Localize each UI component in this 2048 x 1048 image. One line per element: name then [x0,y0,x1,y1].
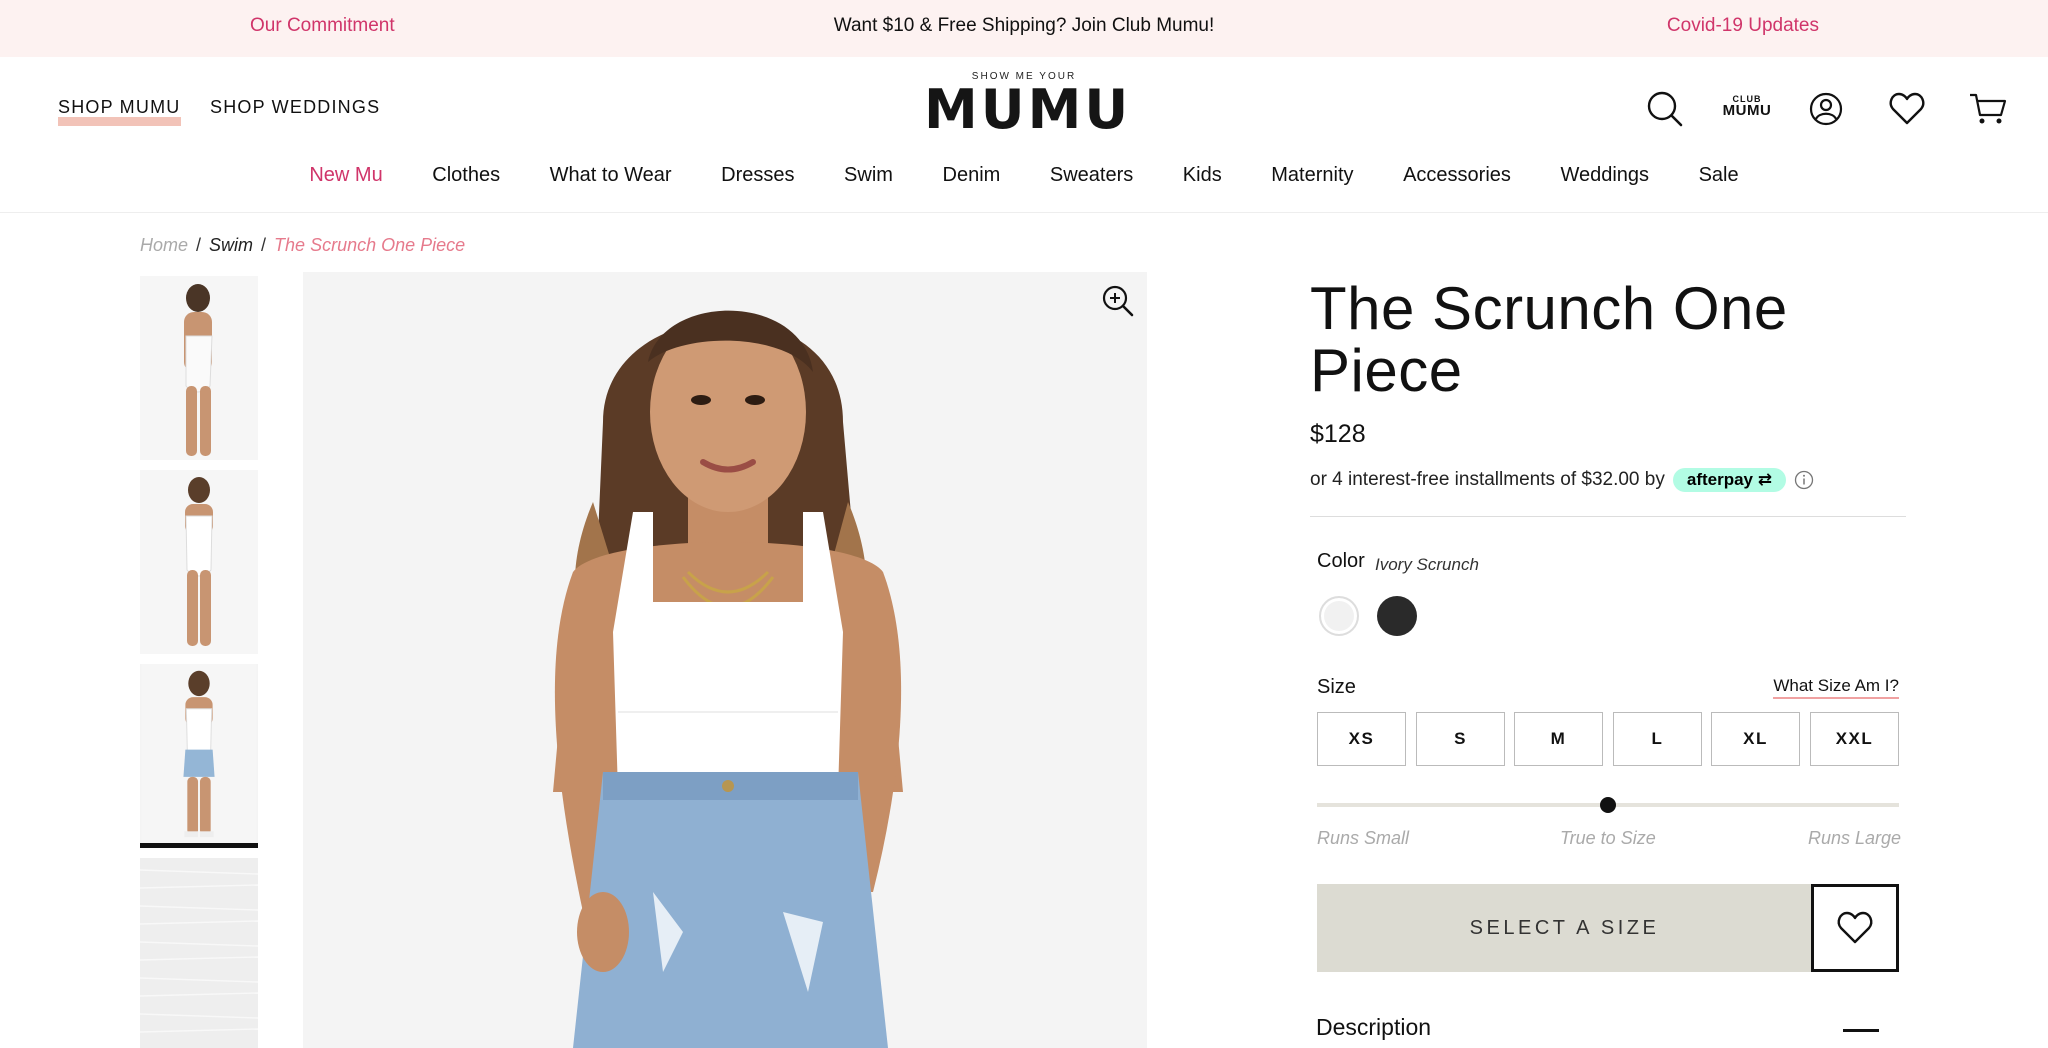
cart-icon[interactable] [1968,89,2008,129]
product-thumbnail-active[interactable] [140,664,258,848]
breadcrumb-swim[interactable]: Swim [209,235,253,255]
shop-weddings-link[interactable]: SHOP WEDDINGS [210,97,380,118]
size-option-xxl[interactable]: XXL [1810,712,1899,766]
nav-item-sale[interactable]: Sale [1699,164,1739,187]
product-title: The Scrunch One Piece [1310,275,1788,404]
active-shop-underline [58,117,181,126]
product-price: $128 [1310,420,1366,448]
select-size-button[interactable]: SELECT A SIZE [1317,884,1812,972]
search-icon[interactable] [1645,89,1685,129]
wishlist-heart-icon[interactable] [1887,89,1927,129]
nav-item-denim[interactable]: Denim [943,164,1001,187]
model-front-view-image [140,470,258,654]
heart-icon [1837,911,1873,944]
color-label: Color [1317,550,1365,572]
model-with-shorts-image [141,664,257,843]
color-swatch-ivory[interactable] [1319,596,1359,636]
nav-item-new-mu[interactable]: New Mu [309,164,382,187]
model-wearing-swimsuit-image [303,272,1147,1048]
fit-scale-marker [1600,797,1616,813]
fit-label-runs-small: Runs Small [1317,828,1410,848]
model-back-view-image [140,276,258,460]
nav-item-dresses[interactable]: Dresses [721,164,794,187]
add-to-wishlist-button[interactable] [1811,884,1899,972]
product-thumbnail[interactable] [140,470,258,654]
fit-label-runs-large: Runs Large [1808,828,1902,848]
afterpay-badge[interactable]: afterpay ⇄ [1672,468,1786,492]
installments-text: or 4 interest-free installments of $32.0… [1310,469,1665,490]
main-product-image[interactable] [303,272,1147,1048]
nav-item-what-to-wear[interactable]: What to Wear [550,164,672,187]
collapse-icon[interactable] [1843,1029,1879,1032]
logo-wordmark: MUMU [924,78,1132,141]
account-icon[interactable] [1806,89,1846,129]
breadcrumb-home[interactable]: Home [140,235,188,255]
breadcrumb-separator: / [196,235,202,255]
nav-item-weddings[interactable]: Weddings [1560,164,1649,187]
afterpay-label: afterpay [1686,470,1753,489]
size-option-m[interactable]: M [1514,712,1603,766]
site-header: SHOP MUMU SHOP WEDDINGS SHOW ME YOUR MUM… [0,57,2048,213]
size-option-xl[interactable]: XL [1711,712,1800,766]
promo-bar: Our Commitment Want $10 & Free Shipping?… [0,0,2048,57]
product-thumbnail[interactable] [140,276,258,460]
shop-mumu-link[interactable]: SHOP MUMU [58,97,180,118]
club-big-label: MUMU [1722,102,1772,119]
info-icon[interactable] [1794,470,1814,490]
nav-item-swim[interactable]: Swim [844,164,893,187]
color-swatch-black[interactable] [1377,596,1417,636]
breadcrumb-current: The Scrunch One Piece [274,235,466,255]
size-label: Size [1317,676,1356,698]
divider [1310,516,1906,517]
fabric-texture-image [140,858,258,1048]
color-value: Ivory Scrunch [1375,555,1479,574]
size-guide-link[interactable]: What Size Am I? [1773,676,1899,699]
main-nav: New Mu Clothes What to Wear Dresses Swim… [0,164,2048,187]
nav-item-kids[interactable]: Kids [1183,164,1222,187]
club-mumu-icon[interactable]: CLUB MUMU [1722,93,1772,119]
nav-item-maternity[interactable]: Maternity [1271,164,1353,187]
nav-item-accessories[interactable]: Accessories [1403,164,1511,187]
breadcrumb: Home / Swim / The Scrunch One Piece [140,235,465,256]
fit-label-true-to-size: True to Size [1560,828,1656,848]
nav-item-sweaters[interactable]: Sweaters [1050,164,1133,187]
product-thumbnail[interactable] [140,858,258,1048]
description-heading[interactable]: Description [1316,1014,1431,1041]
covid-updates-link[interactable]: Covid-19 Updates [1667,15,1819,37]
breadcrumb-separator: / [261,235,267,255]
site-logo[interactable]: SHOW ME YOUR MUMU [924,71,1132,141]
installments-info: or 4 interest-free installments of $32.0… [1310,468,1814,492]
size-option-l[interactable]: L [1613,712,1702,766]
size-option-xs[interactable]: XS [1317,712,1406,766]
size-option-s[interactable]: S [1416,712,1505,766]
zoom-in-icon[interactable] [1101,284,1135,318]
nav-item-clothes[interactable]: Clothes [432,164,500,187]
